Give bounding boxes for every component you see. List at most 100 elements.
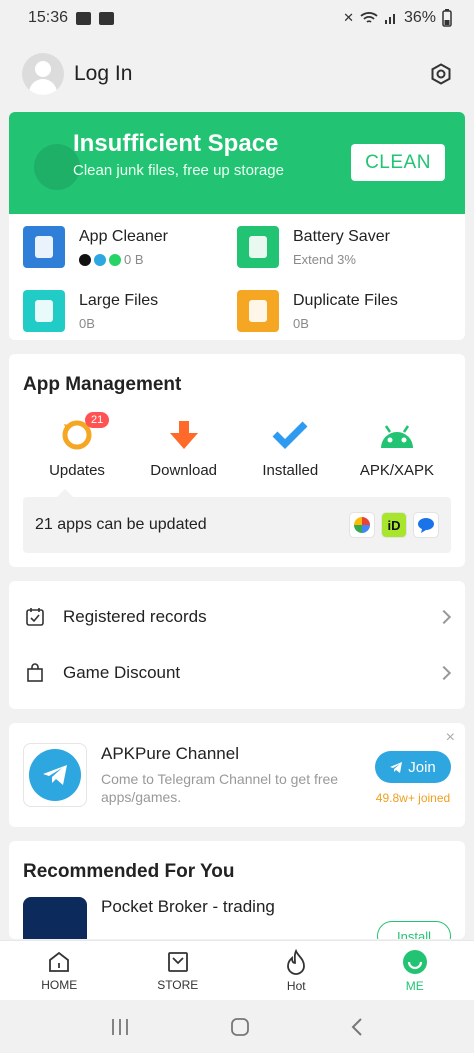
app-name: Pocket Broker - trading	[101, 897, 275, 916]
joined-count: 49.8w+ joined	[375, 791, 451, 805]
gallery-icon	[76, 11, 92, 25]
file-icon	[23, 290, 65, 332]
tool-sub: Extend 3%	[293, 252, 356, 267]
duplicate-file-icon	[237, 290, 279, 332]
update-text: 21 apps can be updated	[35, 516, 207, 533]
mute-icon: ✕	[343, 10, 354, 25]
tool-sub: 0B	[79, 316, 95, 331]
tool-sub: 0 B	[79, 252, 168, 267]
nav-label: Hot	[286, 978, 306, 993]
avatar[interactable]	[22, 53, 64, 95]
nav-home[interactable]: HOME	[14, 941, 104, 1000]
tool-name: Large Files	[79, 292, 159, 309]
home-button-icon[interactable]	[230, 1017, 250, 1037]
tool-name: App Cleaner	[79, 228, 168, 245]
trash-icon	[23, 226, 65, 268]
nav-hot[interactable]: Hot	[251, 941, 341, 1000]
telegram-icon	[94, 253, 106, 266]
nav-store[interactable]: STORE	[133, 941, 223, 1000]
id-app-icon: iD	[381, 512, 407, 538]
channel-title: APKPure Channel	[101, 744, 239, 763]
tool-large-files[interactable]: Large Files 0B	[23, 290, 237, 332]
updates-badge: 21	[85, 412, 110, 428]
youtube-icon	[99, 11, 115, 25]
login-label[interactable]: Log In	[74, 62, 132, 86]
header: Log In	[0, 36, 474, 112]
wifi-icon	[360, 12, 378, 23]
status-time: 15:36	[28, 9, 69, 26]
am-label: APK/XAPK	[359, 462, 435, 479]
download-icon	[168, 418, 200, 452]
am-apk-xapk[interactable]: APK/XAPK	[347, 418, 447, 479]
signal-icon	[384, 14, 395, 24]
pinwheel-app-icon	[349, 512, 375, 538]
recent-apps-icon[interactable]	[110, 1018, 130, 1036]
registered-records-item[interactable]: Registered records	[25, 589, 452, 645]
links-card: Registered records Game Discount	[9, 581, 465, 709]
recommended-card: Recommended For You Pocket Broker - trad…	[9, 841, 465, 939]
update-app-icons: iD	[349, 512, 439, 538]
close-icon[interactable]: ×	[446, 729, 455, 747]
home-icon	[49, 951, 70, 972]
back-icon[interactable]	[350, 1017, 364, 1037]
tool-sub: 0B	[293, 316, 309, 331]
flame-icon	[287, 948, 306, 975]
update-bar[interactable]: 21 apps can be updated iD	[23, 489, 451, 553]
battery-icon	[237, 226, 279, 268]
pocket-broker-app-icon	[23, 897, 87, 939]
telegram-channel-card: × APKPure Channel Come to Telegram Chann…	[9, 723, 465, 827]
cleaner-banner: Insufficient Space Clean junk files, fre…	[9, 112, 465, 214]
status-bar: 15:36 ✕ 36%	[0, 0, 474, 36]
cleaner-card: Insufficient Space Clean junk files, fre…	[9, 112, 465, 340]
tool-name: Battery Saver	[293, 228, 390, 245]
nav-me[interactable]: ME	[370, 941, 460, 1000]
android-icon	[379, 418, 415, 452]
tool-app-cleaner[interactable]: App Cleaner 0 B	[23, 226, 237, 268]
nav-label: HOME	[41, 977, 78, 992]
list-label: Game Discount	[63, 663, 181, 682]
recommended-title: Recommended For You	[23, 861, 235, 882]
me-icon	[402, 949, 427, 974]
system-nav	[0, 1000, 474, 1053]
am-download[interactable]: Download	[134, 418, 234, 479]
tool-duplicate-files[interactable]: Duplicate Files 0B	[237, 290, 451, 332]
app-management-row: 21 Updates Download Installed APK/XAPK	[23, 412, 451, 479]
join-button[interactable]: Join	[375, 751, 451, 783]
join-label: Join	[408, 758, 436, 776]
checkmark-icon	[272, 418, 308, 452]
chevron-right-icon	[436, 665, 452, 681]
nav-label: STORE	[157, 977, 199, 992]
telegram-send-icon	[390, 761, 403, 773]
calendar-check-icon	[26, 608, 44, 626]
am-label: Download	[150, 462, 218, 479]
tools-grid: App Cleaner 0 B Battery Saver Extend 3% …	[9, 214, 465, 340]
am-installed[interactable]: Installed	[240, 418, 340, 479]
battery-percent: 36%	[403, 9, 436, 26]
messages-app-icon	[413, 512, 439, 538]
am-updates[interactable]: 21 Updates	[27, 412, 127, 479]
tiktok-icon	[79, 253, 91, 266]
app-management-card: App Management 21 Updates Download Insta…	[9, 354, 465, 567]
game-discount-item[interactable]: Game Discount	[25, 645, 452, 701]
bottom-nav: HOME STORE Hot ME	[0, 940, 474, 1000]
chevron-right-icon	[436, 609, 452, 625]
store-icon	[167, 951, 188, 972]
install-button[interactable]: Install	[377, 921, 451, 939]
app-management-title: App Management	[23, 374, 182, 395]
shopping-bag-icon	[27, 663, 43, 682]
recommended-app[interactable]: Pocket Broker - trading Install	[23, 897, 451, 939]
am-label: Updates	[49, 462, 105, 479]
channel-desc: Come to Telegram Channel to get free app…	[101, 771, 339, 805]
list-label: Registered records	[63, 607, 207, 626]
tool-name: Duplicate Files	[293, 292, 398, 309]
clean-button[interactable]: CLEAN	[351, 144, 445, 181]
telegram-icon	[23, 743, 87, 807]
am-label: Installed	[262, 462, 319, 479]
gear-icon[interactable]	[430, 63, 452, 85]
tool-battery-saver[interactable]: Battery Saver Extend 3%	[237, 226, 451, 268]
whatsapp-icon	[109, 253, 121, 266]
nav-label: ME	[405, 978, 424, 993]
login-area[interactable]: Log In	[22, 53, 132, 95]
battery-status-icon	[442, 9, 452, 27]
tool-sub-value: 0 B	[124, 252, 144, 267]
